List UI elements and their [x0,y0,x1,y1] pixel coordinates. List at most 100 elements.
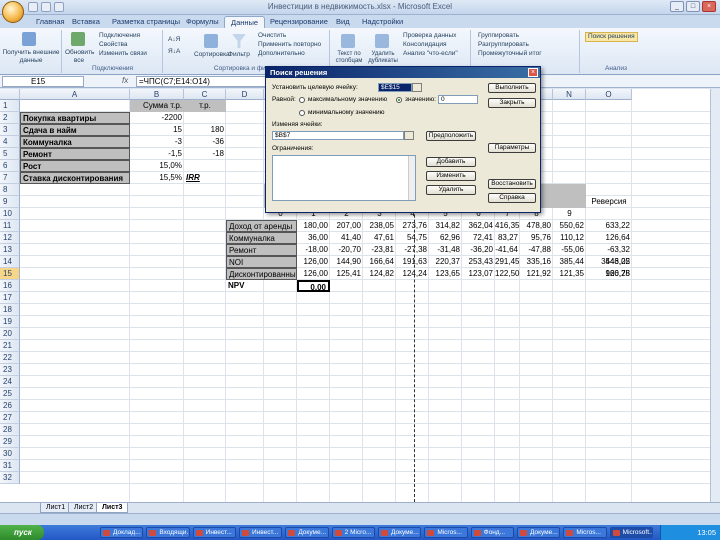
tab-addins[interactable]: Надстройки [356,16,409,28]
external-data-button[interactable]: Получить внешние данные [2,49,60,65]
table-cell[interactable]: 95,76 [520,232,553,244]
guess-button[interactable]: Предположить [426,131,476,141]
input-value[interactable]: 15 [130,124,184,136]
column-header[interactable]: B [130,89,184,100]
taskbar-item[interactable]: Фонд... [470,527,514,538]
fx-icon[interactable]: fx [122,76,128,85]
remove-duplicates-button[interactable]: Удалить дубликаты [367,51,399,65]
input-year-value[interactable]: -36 [184,136,226,148]
radio-max[interactable] [299,97,305,103]
row-header[interactable]: 31 [0,460,20,472]
execute-button[interactable]: Выполнить [488,83,536,93]
value-input[interactable]: 0 [438,95,478,104]
sort-za-icon[interactable]: Я↓А [168,48,180,56]
input-label[interactable]: Ремонт [20,148,130,160]
table-row-label[interactable]: Коммуналка [226,232,297,244]
table-cell[interactable]: 253,43 [462,256,495,268]
header-sum-year-unit[interactable]: т.р. [184,100,226,112]
reversion-cell[interactable] [586,232,632,244]
table-cell[interactable]: 121,92 [520,268,553,280]
formula-input[interactable]: =ЧПС(C7;E14:O14) [136,76,266,87]
taskbar-item[interactable]: Входящи... [146,527,190,538]
table-cell[interactable]: 385,44 [553,256,586,268]
name-box[interactable]: E15 [2,76,84,87]
table-cell[interactable]: 191,63 [396,256,429,268]
row-header[interactable]: 5 [0,148,20,160]
reversion-header[interactable]: Реверсия [586,196,632,208]
row-header[interactable]: 24 [0,376,20,388]
sheet-tab-1[interactable]: Лист1 [40,503,72,513]
clear-button[interactable]: Очистить [258,32,286,40]
maximize-button[interactable]: □ [686,1,700,12]
table-cell[interactable]: 416,35 [495,220,520,232]
help-button[interactable]: Справка [488,193,536,203]
table-cell[interactable]: 478,80 [520,220,553,232]
table-cell[interactable]: 54,75 [396,232,429,244]
row-header[interactable]: 11 [0,220,20,232]
table-cell[interactable]: 362,04 [462,220,495,232]
tab-view[interactable]: Вид [330,16,356,28]
table-cell[interactable]: 335,16 [520,256,553,268]
taskbar-item[interactable]: Micros... [424,527,468,538]
input-year-value[interactable] [184,160,226,172]
reversion-cell[interactable]: 966,25 [586,268,632,280]
input-value[interactable]: -2200 [130,112,184,124]
taskbar-item[interactable]: Докуме... [517,527,561,538]
changing-ref-icon[interactable] [404,131,414,140]
table-cell[interactable]: 238,05 [363,220,396,232]
column-header[interactable]: N [553,89,586,100]
advanced-button[interactable]: Дополнительно [258,50,305,58]
table-cell[interactable]: 124,82 [363,268,396,280]
table-cell[interactable]: 126,00 [297,256,330,268]
year-cell[interactable]: 9 [553,208,586,220]
table-cell[interactable]: 144,90 [330,256,363,268]
target-cell-input[interactable]: $E$15 [378,83,412,92]
table-cell[interactable]: 180,00 [297,220,330,232]
tab-review[interactable]: Рецензирование [264,16,334,28]
table-cell[interactable]: -31,48 [429,244,462,256]
data-validation-button[interactable]: Проверка данных [403,32,456,40]
table-cell[interactable]: 314,82 [429,220,462,232]
row-header[interactable]: 26 [0,400,20,412]
solver-button[interactable]: Поиск решения [585,32,638,42]
select-all-corner[interactable] [0,89,20,100]
row-header[interactable]: 19 [0,316,20,328]
constraints-list[interactable] [272,155,416,201]
table-cell[interactable]: 166,64 [363,256,396,268]
row-header[interactable]: 12 [0,232,20,244]
close-button[interactable]: × [702,1,716,12]
table-cell[interactable]: 72,41 [462,232,495,244]
input-label[interactable]: Рост [20,160,130,172]
row-header[interactable]: 13 [0,244,20,256]
row-header[interactable]: 9 [0,196,20,208]
row-header[interactable]: 23 [0,364,20,376]
row-header[interactable]: 25 [0,388,20,400]
whatif-button[interactable]: Анализ "что-если" [403,50,458,58]
table-cell[interactable]: 123,65 [429,268,462,280]
radio-value[interactable] [396,97,402,103]
table-cell[interactable]: 126,00 [297,268,330,280]
table-cell[interactable]: 220,37 [429,256,462,268]
table-row-label[interactable]: NOI [226,256,297,268]
options-button[interactable]: Параметры [488,143,536,153]
refresh-all-button[interactable]: Обновить все [65,49,94,65]
table-cell[interactable]: 62,96 [429,232,462,244]
tab-home[interactable]: Главная [30,16,71,28]
table-cell[interactable]: -36,20 [462,244,495,256]
input-label[interactable]: Покупка квартиры [20,112,130,124]
input-label[interactable]: Коммуналка [20,136,130,148]
text-to-columns-button[interactable]: Текст по столбцам [333,51,365,65]
row-header[interactable]: 22 [0,352,20,364]
edit-links-button[interactable]: Изменить связи [99,50,147,58]
filter-button[interactable]: Фильтр [228,51,250,59]
row-header[interactable]: 10 [0,208,20,220]
input-value[interactable]: -3 [130,136,184,148]
reapply-button[interactable]: Применить повторно [258,41,321,49]
table-row-label[interactable]: Ремонт [226,244,297,256]
table-cell[interactable]: 121,35 [553,268,586,280]
table-cell[interactable]: -20,70 [330,244,363,256]
table-cell[interactable]: 125,41 [330,268,363,280]
input-label[interactable]: Сдача в найм [20,124,130,136]
table-cell[interactable]: 36,00 [297,232,330,244]
input-year-value[interactable]: 180 [184,124,226,136]
